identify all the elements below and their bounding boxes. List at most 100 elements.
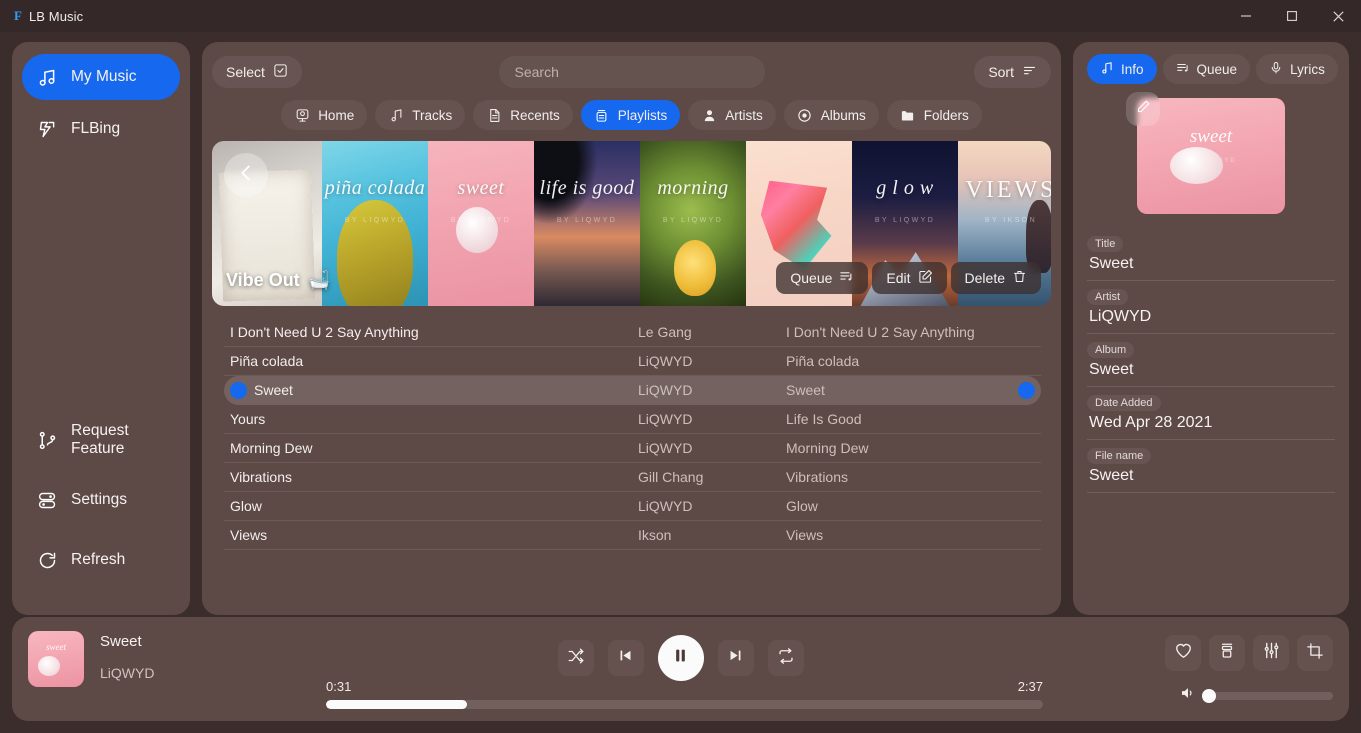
metadata-value: Sweet: [1089, 361, 1134, 378]
playlist-actions: Queue Edit Delete: [776, 262, 1041, 294]
now-playing-indicator: [230, 381, 247, 399]
playlist-carousel: piña colada BY LIQWYD sweet BY LIQWYD li…: [212, 141, 1051, 306]
select-button[interactable]: Select: [212, 56, 302, 88]
track-album: Glow: [786, 498, 818, 514]
next-icon: [727, 647, 744, 669]
equalizer-button[interactable]: [1253, 635, 1289, 671]
current-time: 0:31: [326, 679, 352, 694]
edit-artwork-button[interactable]: [1126, 92, 1160, 126]
tab-recents[interactable]: Recents: [473, 100, 573, 130]
sort-container: Sort: [974, 56, 1051, 88]
metadata-label: Artist: [1087, 289, 1129, 305]
playlist-icon: [594, 107, 610, 123]
sidebar-item-label: FLBing: [71, 120, 121, 137]
table-row[interactable]: Glow LiQWYD Glow: [224, 492, 1041, 521]
progress-area: 0:31 2:37: [326, 679, 1043, 709]
artwork-title: sweet: [1189, 125, 1233, 147]
next-button[interactable]: [717, 640, 754, 676]
folder-icon: [900, 107, 916, 123]
sidebar-item-settings[interactable]: Settings: [22, 477, 180, 523]
tab-tracks[interactable]: Tracks: [375, 100, 466, 130]
tab-label: Artists: [725, 107, 763, 123]
pause-icon: [671, 646, 690, 670]
metadata-list: Title Sweet Artist LiQWYD Album Sweet Da…: [1087, 228, 1335, 603]
tab-label: Playlists: [617, 107, 668, 123]
play-pause-button[interactable]: [657, 635, 704, 681]
info-panel-tabs: Info Queue Lyrics: [1087, 54, 1338, 84]
chevron-left-icon: [235, 162, 257, 189]
tab-artists[interactable]: Artists: [688, 100, 776, 130]
table-row[interactable]: Yours LiQWYD Life Is Good: [224, 405, 1041, 434]
track-album: Life Is Good: [786, 411, 862, 427]
table-row[interactable]: Morning Dew LiQWYD Morning Dew: [224, 434, 1041, 463]
now-playing-artwork[interactable]: sweet: [28, 631, 84, 687]
seek-bar[interactable]: [326, 700, 1043, 709]
search-container: [498, 56, 765, 88]
tab-queue[interactable]: Queue: [1162, 54, 1251, 84]
previous-button[interactable]: [607, 640, 644, 676]
tab-albums[interactable]: Albums: [783, 100, 879, 130]
delete-action-label: Delete: [964, 270, 1005, 286]
maximize-button[interactable]: [1269, 0, 1315, 32]
playlist-cover-sweet[interactable]: sweet BY LIQWYD: [428, 141, 534, 306]
miniplayer-button[interactable]: [1297, 635, 1333, 671]
shuffle-icon: [567, 647, 585, 670]
track-artist: Gill Chang: [638, 469, 704, 485]
volume-slider-knob[interactable]: [1201, 688, 1216, 703]
sidebar-item-label: My Music: [71, 68, 137, 85]
delete-playlist-button[interactable]: Delete: [950, 262, 1041, 294]
title-bar: F LB Music: [0, 0, 1361, 32]
tab-label: Recents: [510, 107, 560, 123]
content-toolbar: Select Sort: [212, 54, 1051, 90]
music-note-icon: [388, 107, 404, 123]
track-artist: LiQWYD: [638, 353, 693, 369]
tab-lyrics[interactable]: Lyrics: [1256, 54, 1338, 84]
cover-subtitle: BY LIQWYD: [450, 216, 512, 224]
track-artist: Ikson: [638, 527, 672, 543]
sort-button-label: Sort: [988, 64, 1014, 80]
cover-subtitle: BY IKSON: [984, 216, 1038, 224]
table-row[interactable]: I Don't Need U 2 Say Anything Le Gang I …: [224, 318, 1041, 347]
total-time: 2:37: [1017, 679, 1043, 694]
sidebar-item-request-feature[interactable]: Request Feature: [22, 417, 180, 463]
queue-playlist-button[interactable]: Queue: [776, 262, 869, 294]
track-album: Piña colada: [786, 353, 860, 369]
favorite-button[interactable]: [1165, 635, 1201, 671]
playlist-cover-pina-colada[interactable]: piña colada BY LIQWYD: [322, 141, 428, 306]
close-button[interactable]: [1315, 0, 1361, 32]
tab-label: Albums: [820, 107, 866, 123]
archive-button[interactable]: [1209, 635, 1245, 671]
volume-slider[interactable]: [1201, 688, 1333, 703]
minimize-button[interactable]: [1223, 0, 1269, 32]
document-icon: [486, 107, 502, 123]
previous-icon: [617, 647, 634, 669]
volume-icon[interactable]: [1179, 684, 1197, 707]
playlist-cover-life-is-good[interactable]: life is good BY LIQWYD: [534, 141, 640, 306]
table-row[interactable]: Sweet LiQWYD Sweet: [224, 376, 1041, 405]
repeat-button[interactable]: [767, 640, 804, 676]
sort-button[interactable]: Sort: [974, 56, 1051, 88]
shuffle-button[interactable]: [557, 640, 594, 676]
tab-info[interactable]: Info: [1087, 54, 1157, 84]
tab-folders[interactable]: Folders: [886, 100, 982, 130]
table-row[interactable]: Vibrations Gill Chang Vibrations: [224, 463, 1041, 492]
archive-icon: [1218, 642, 1236, 665]
edit-playlist-button[interactable]: Edit: [872, 262, 947, 294]
tab-home[interactable]: Home: [281, 100, 368, 130]
metadata-row-album: Album Sweet: [1087, 334, 1335, 387]
app-window: F LB Music My Music FLBing Request Featu…: [0, 0, 1361, 733]
info-panel: Info Queue Lyrics sweet BY LIQWYD Title …: [1073, 42, 1349, 615]
playlist-cover-morning-dew[interactable]: morning BY LIQWYD: [640, 141, 746, 306]
sidebar-item-my-music[interactable]: My Music: [22, 54, 180, 100]
sidebar-item-label: Settings: [71, 491, 128, 508]
search-input[interactable]: [498, 56, 765, 88]
sidebar-item-refresh[interactable]: Refresh: [22, 537, 180, 583]
sidebar-item-flbing[interactable]: FLBing: [22, 106, 180, 152]
track-artist: Le Gang: [638, 324, 692, 340]
table-row[interactable]: Piña colada LiQWYD Piña colada: [224, 347, 1041, 376]
table-row[interactable]: Views Ikson Views: [224, 521, 1041, 550]
tab-playlists[interactable]: Playlists: [580, 100, 681, 130]
carousel-prev-button[interactable]: [224, 153, 268, 197]
music-note-icon: [1100, 61, 1114, 78]
